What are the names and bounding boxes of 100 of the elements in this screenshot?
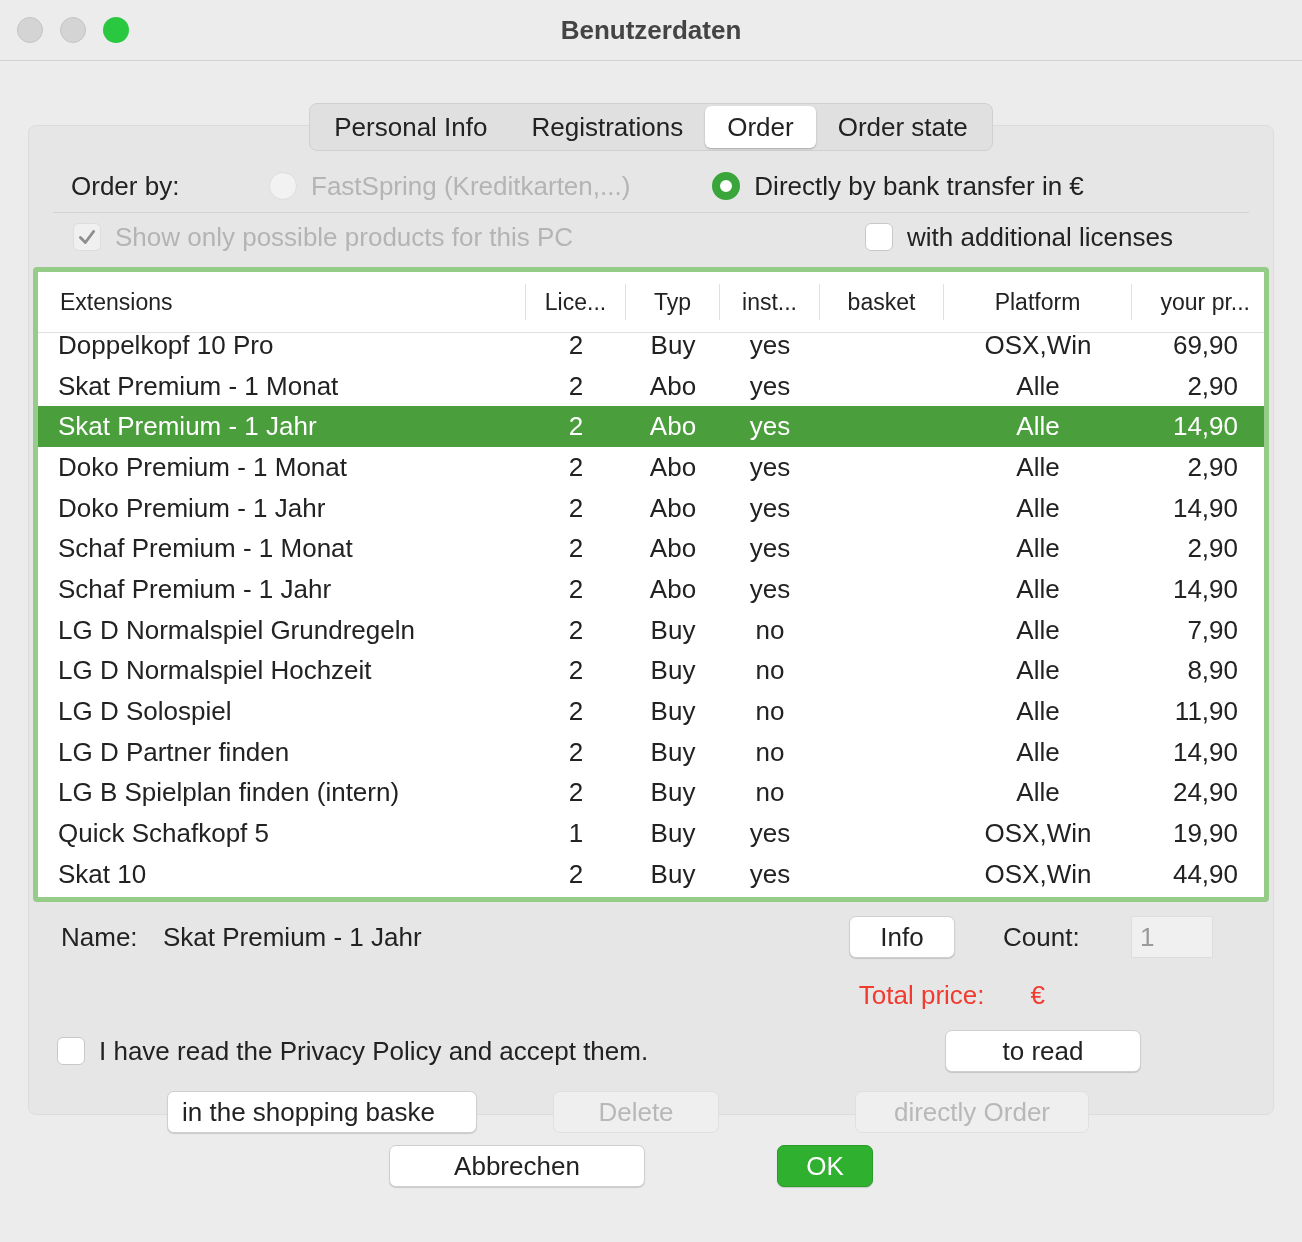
table-cell-text: 2,90 <box>1186 533 1239 565</box>
table-cell-text: 2 <box>567 736 585 768</box>
table-cell-text: Schaf Premium - 1 Monat <box>57 533 354 565</box>
table-cell-text: Abo <box>648 573 698 605</box>
table-cell-text: Buy <box>649 818 697 850</box>
name-label: Name: <box>61 921 139 953</box>
tab[interactable]: Order state <box>815 106 990 148</box>
table-cell-text: Doppelkopf 10 Pro <box>57 329 275 361</box>
table-cell-text: Buy <box>649 696 697 728</box>
table-cell-text: Skat Premium - 1 Jahr <box>57 411 318 443</box>
table-row[interactable]: Quick Schafkopf 5 1 Buy yes OSX,Win 19,90 <box>38 813 1264 854</box>
table-row[interactable]: Doppelkopf 10 Pro 2 Buy yes OSX,Win 69,90 <box>38 325 1264 366</box>
table-cell-text: Alle <box>1015 696 1061 728</box>
table-cell-text: yes <box>748 329 792 361</box>
close-button[interactable] <box>17 17 43 43</box>
table-cell-text: Doko Premium - 1 Monat <box>57 451 348 483</box>
table-cell-text: 2 <box>567 858 585 890</box>
table-row[interactable]: Skat 10 2 Buy yes OSX,Win 44,90 <box>38 853 1264 895</box>
table-cell-text: 2 <box>567 777 585 809</box>
info-button[interactable]: Info <box>849 916 955 958</box>
column-header[interactable]: Extensions <box>38 284 526 320</box>
table-cell-text: yes <box>748 533 792 565</box>
table-row[interactable]: LG D Normalspiel Grundregeln 2 Buy no Alle 7,90 <box>38 609 1264 651</box>
total-price-label: Total price: <box>858 979 985 1011</box>
table-cell-text: Abo <box>648 370 698 402</box>
table-cell-text: Alle <box>1015 533 1061 565</box>
table-row[interactable]: LG B Spielplan finden (intern) 2 Buy no Alle 24,90 <box>38 772 1264 814</box>
table-cell-text: Alle <box>1015 614 1061 646</box>
table-cell-text: Alle <box>1015 451 1061 483</box>
table-cell-text: no <box>754 655 786 687</box>
window-title: Benutzerdaten <box>560 14 742 46</box>
table-cell-text: LG D Partner finden <box>57 736 291 768</box>
column-header[interactable]: your pr... <box>1132 284 1256 320</box>
table-cell-text: 2 <box>567 655 585 687</box>
table-cell-text: 2 <box>567 573 585 605</box>
table-cell-text: yes <box>748 370 792 402</box>
table-row[interactable]: Doko Premium - 1 Jahr 2 Abo yes Alle 14,90 <box>38 487 1264 529</box>
table-cell-text: Abo <box>648 451 698 483</box>
checkbox-option[interactable]: with additional licenses <box>865 221 1173 253</box>
table-cell-text: 2 <box>567 329 585 361</box>
table-cell-text: Abo <box>648 533 698 565</box>
name-value: Skat Premium - 1 Jahr <box>163 921 423 953</box>
action-button[interactable]: in the shopping baske <box>167 1091 477 1133</box>
table-cell-text: 2 <box>567 614 585 646</box>
table-row[interactable]: LG D Solospiel 2 Buy no Alle 11,90 <box>38 691 1264 732</box>
table-cell-text: 14,90 <box>1171 573 1239 605</box>
table-cell-text: no <box>754 696 786 728</box>
table-cell-text: yes <box>748 411 792 443</box>
privacy-checkbox[interactable]: I have read the Privacy Policy and accept them. <box>57 1035 945 1067</box>
table-cell-text: Abo <box>648 492 698 524</box>
table-cell-text: 2 <box>567 411 585 443</box>
table-cell-text: Buy <box>649 329 697 361</box>
table-cell-text: Alle <box>1015 370 1061 402</box>
table-cell-text: 7,90 <box>1186 614 1239 646</box>
table-row[interactable]: LG D Partner finden 2 Buy no Alle 14,90 <box>38 731 1264 773</box>
table-cell-text: Alle <box>1015 411 1061 443</box>
table-cell-text: 14,90 <box>1171 492 1239 524</box>
tab[interactable]: Personal Info <box>312 106 510 148</box>
table-cell-text: no <box>754 777 786 809</box>
table-cell-text: 2 <box>567 451 585 483</box>
table-cell-text: Skat 10 <box>57 858 148 890</box>
table-cell-text: 2 <box>567 696 585 728</box>
table-cell-text: yes <box>748 818 792 850</box>
table-row[interactable]: Doko Premium - 1 Monat 2 Abo yes Alle 2,90 <box>38 447 1264 488</box>
table-row[interactable]: Schaf Premium - 1 Jahr 2 Abo yes Alle 14,90 <box>38 569 1264 610</box>
column-header[interactable]: Lice... <box>526 284 626 320</box>
table-cell-text: yes <box>748 451 792 483</box>
table-cell-text: no <box>754 614 786 646</box>
total-price-value: € <box>1030 979 1045 1011</box>
table-cell-text: OSX,Win <box>983 329 1093 361</box>
column-header[interactable]: basket <box>820 284 944 320</box>
table-cell-text: Buy <box>649 777 697 809</box>
table-cell-text: Skat Premium - 1 Monat <box>57 370 340 402</box>
zoom-button[interactable] <box>103 17 129 43</box>
table-cell-text: 24,90 <box>1171 777 1239 809</box>
column-header[interactable]: inst... <box>720 284 820 320</box>
count-label: Count: <box>1003 921 1081 953</box>
table-cell-text: Alle <box>1015 492 1061 524</box>
to-read-button[interactable]: to read <box>945 1030 1141 1072</box>
table-cell-text: Buy <box>649 655 697 687</box>
table-row[interactable]: Schaf Premium - 1 Monat 2 Abo yes Alle 2,90 <box>38 528 1264 570</box>
table-row[interactable]: LG D Normalspiel Hochzeit 2 Buy no Alle 8,90 <box>38 650 1264 692</box>
table-cell-text: LG D Normalspiel Grundregeln <box>57 614 416 646</box>
table-cell-text: Buy <box>649 614 697 646</box>
column-header[interactable]: Platform <box>944 284 1132 320</box>
table-cell-text: OSX,Win <box>983 818 1093 850</box>
tab[interactable]: Registrations <box>509 106 706 148</box>
table-cell-text: 11,90 <box>1173 696 1239 728</box>
table-cell-text: Alle <box>1015 777 1061 809</box>
table-cell-text: 14,90 <box>1171 411 1239 443</box>
tab[interactable]: Order <box>705 106 816 148</box>
radio-option[interactable]: Directly by bank transfer in € <box>712 170 1084 202</box>
table-cell-text: 2 <box>567 533 585 565</box>
table-row[interactable]: Skat Premium - 1 Monat 2 Abo yes Alle 2,90 <box>38 365 1264 407</box>
cancel-button[interactable]: Abbrechen <box>389 1145 645 1187</box>
table-cell-text: LG D Normalspiel Hochzeit <box>57 655 373 687</box>
column-header[interactable]: Typ <box>626 284 720 320</box>
table-cell-text: yes <box>748 858 792 890</box>
minimize-button[interactable] <box>60 17 86 43</box>
table-cell-text: Doko Premium - 1 Jahr <box>57 492 327 524</box>
